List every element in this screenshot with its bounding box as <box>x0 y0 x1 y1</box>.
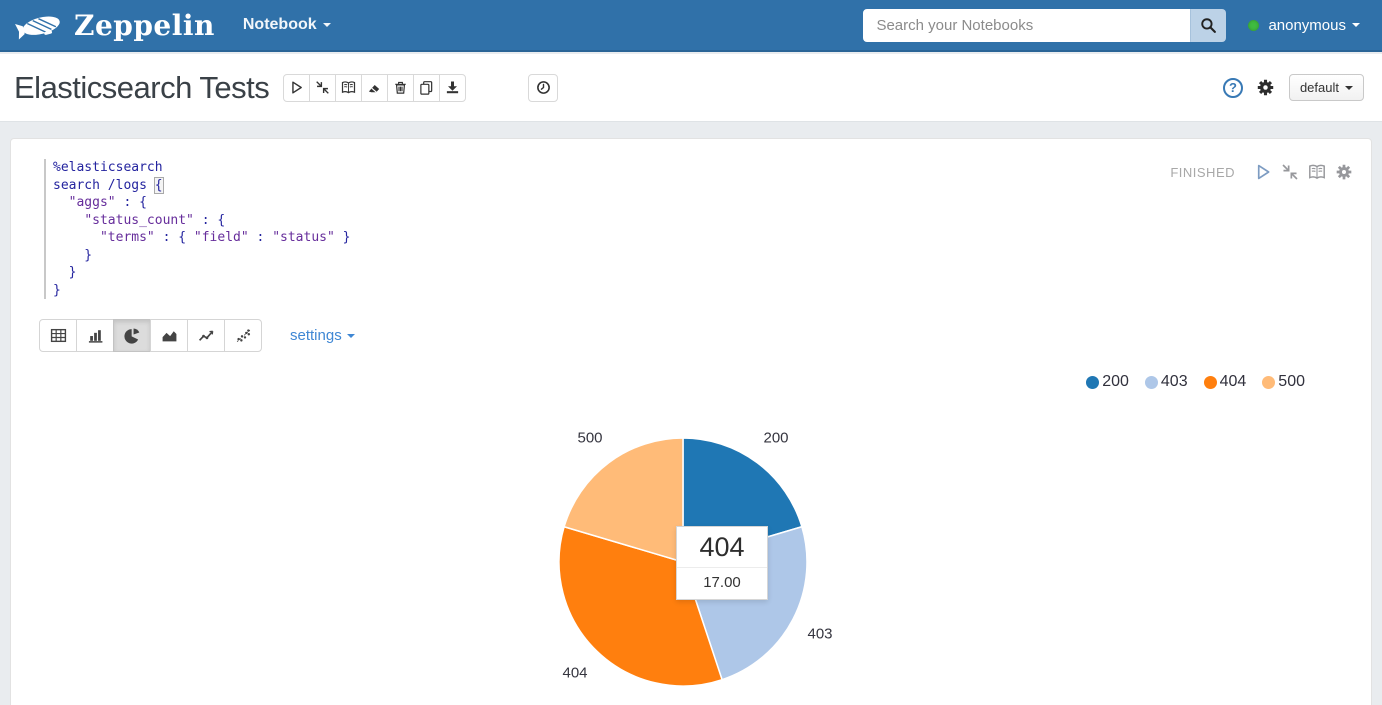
search-button[interactable] <box>1190 9 1226 42</box>
legend-item-403[interactable]: 403 <box>1145 373 1188 391</box>
zeppelin-app: Zeppelin Notebook anonymous <box>0 0 1382 705</box>
legend-item-200[interactable]: 200 <box>1086 373 1129 391</box>
chart-type-bar-button[interactable] <box>76 319 114 352</box>
question-icon: ? <box>1229 80 1237 95</box>
top-navbar: Zeppelin Notebook anonymous <box>0 0 1382 52</box>
zeppelin-brand-link[interactable]: Zeppelin <box>14 8 215 42</box>
code-editor[interactable]: %elasticsearchsearch /logs { "aggs" : { … <box>44 159 350 299</box>
notebook-search <box>863 9 1226 42</box>
paragraph-compress-button[interactable] <box>1281 163 1299 181</box>
play-icon <box>289 80 304 95</box>
connection-status-icon <box>1248 20 1259 31</box>
gear-icon <box>1258 80 1273 95</box>
chart-type-line-button[interactable] <box>187 319 225 352</box>
download-icon <box>445 80 460 95</box>
eraser-button[interactable] <box>361 74 388 102</box>
code-line: } <box>53 264 350 282</box>
book-icon <box>1308 163 1326 181</box>
note-content-area: FINISHED %elasticsearchsearch /logs { "a… <box>0 123 1382 705</box>
line-chart-icon <box>198 327 215 344</box>
visualization-toolbar: settings <box>39 319 355 352</box>
tooltip-value: 17.00 <box>677 568 767 599</box>
note-toolbar <box>283 74 466 102</box>
area-chart-icon <box>161 327 178 344</box>
code-line: "status_count" : { <box>53 212 350 230</box>
chevron-down-icon <box>347 334 355 338</box>
chart-type-pie-button[interactable] <box>113 319 151 352</box>
clock-icon <box>536 80 551 95</box>
code-line: } <box>53 282 350 300</box>
gear-icon <box>1335 163 1353 181</box>
note-title[interactable]: Elasticsearch Tests <box>14 70 269 106</box>
paragraph-play-button[interactable] <box>1254 163 1272 181</box>
slice-label-200: 200 <box>763 430 788 447</box>
chart-type-area-button[interactable] <box>150 319 188 352</box>
clone-icon <box>419 80 434 95</box>
help-button[interactable]: ? <box>1223 78 1243 98</box>
download-button[interactable] <box>439 74 466 102</box>
tooltip-key: 404 <box>677 527 767 568</box>
clone-button[interactable] <box>413 74 440 102</box>
chart-legend: 200 403 404 500 <box>1070 373 1305 391</box>
code-line: search /logs { <box>53 177 350 195</box>
play-icon <box>1254 163 1272 181</box>
legend-item-404[interactable]: 404 <box>1204 373 1247 391</box>
code-line: %elasticsearch <box>53 159 350 177</box>
pie-chart-output: 200 403 404 500 200 403 404 500 404 17.00 <box>11 357 1373 705</box>
scheduler-button[interactable] <box>528 74 558 102</box>
code-line: } <box>53 247 350 265</box>
trash-button[interactable] <box>387 74 414 102</box>
legend-dot-icon <box>1262 376 1275 389</box>
play-button[interactable] <box>283 74 310 102</box>
note-title-bar: Elasticsearch Tests ? <box>0 54 1382 122</box>
note-config-button[interactable] <box>1256 78 1275 97</box>
slice-label-404: 404 <box>562 665 587 682</box>
interpreter-binding-button[interactable]: default <box>1289 74 1364 101</box>
brand-title: Zeppelin <box>74 9 215 42</box>
compress-button[interactable] <box>309 74 336 102</box>
notebook-menu[interactable]: Notebook <box>243 16 331 34</box>
legend-dot-icon <box>1204 376 1217 389</box>
chevron-down-icon <box>1352 23 1360 27</box>
user-menu[interactable]: anonymous <box>1248 17 1360 34</box>
zeppelin-logo-icon <box>14 8 66 42</box>
slice-label-403: 403 <box>807 626 832 643</box>
trash-icon <box>393 80 408 95</box>
book-button[interactable] <box>335 74 362 102</box>
paragraph-status-badge: FINISHED <box>1170 165 1235 180</box>
code-line: "terms" : { "field" : "status" } <box>53 229 350 247</box>
chart-type-table-button[interactable] <box>39 319 77 352</box>
paragraph-controls: FINISHED <box>1170 163 1353 181</box>
bar-chart-icon <box>87 327 104 344</box>
eraser-icon <box>367 80 382 95</box>
search-icon <box>1200 17 1217 34</box>
chart-type-scatter-button[interactable] <box>224 319 262 352</box>
paragraph-card: FINISHED %elasticsearchsearch /logs { "a… <box>10 138 1372 705</box>
compress-icon <box>1281 163 1299 181</box>
paragraph-book-button[interactable] <box>1308 163 1326 181</box>
username: anonymous <box>1268 17 1346 34</box>
legend-item-500[interactable]: 500 <box>1262 373 1305 391</box>
chevron-down-icon <box>1345 86 1353 90</box>
slice-label-500: 500 <box>577 430 602 447</box>
scatter-chart-icon <box>235 327 252 344</box>
table-chart-icon <box>50 327 67 344</box>
legend-dot-icon <box>1086 376 1099 389</box>
paragraph-gear-button[interactable] <box>1335 163 1353 181</box>
pie-chart-icon <box>124 327 141 344</box>
book-icon <box>341 80 356 95</box>
chevron-down-icon <box>323 23 331 27</box>
settings-toggle[interactable]: settings <box>290 327 355 344</box>
compress-icon <box>315 80 330 95</box>
chart-tooltip: 404 17.00 <box>676 526 768 600</box>
legend-dot-icon <box>1145 376 1158 389</box>
code-line: "aggs" : { <box>53 194 350 212</box>
search-input[interactable] <box>863 9 1190 42</box>
